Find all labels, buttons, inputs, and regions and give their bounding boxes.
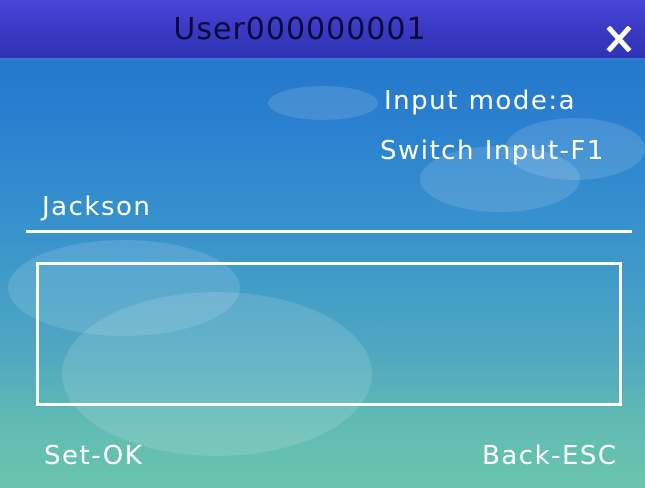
title-bar: User000000001	[0, 0, 645, 59]
switch-input-hint: Switch Input-F1	[380, 136, 605, 166]
background-bubble	[268, 86, 378, 120]
set-ok-softkey[interactable]: Set-OK	[44, 441, 143, 471]
window-title: User000000001	[173, 12, 427, 47]
name-field-underline	[26, 230, 632, 233]
input-mode-label: Input mode:a	[384, 86, 577, 116]
text-entry-box[interactable]	[36, 262, 622, 406]
close-icon[interactable]	[604, 25, 634, 53]
back-esc-softkey[interactable]: Back-ESC	[482, 441, 618, 471]
user-name-edit-screen: User000000001 Input mode:a Switch Input-…	[0, 0, 645, 488]
name-field-value[interactable]: Jackson	[42, 192, 151, 222]
